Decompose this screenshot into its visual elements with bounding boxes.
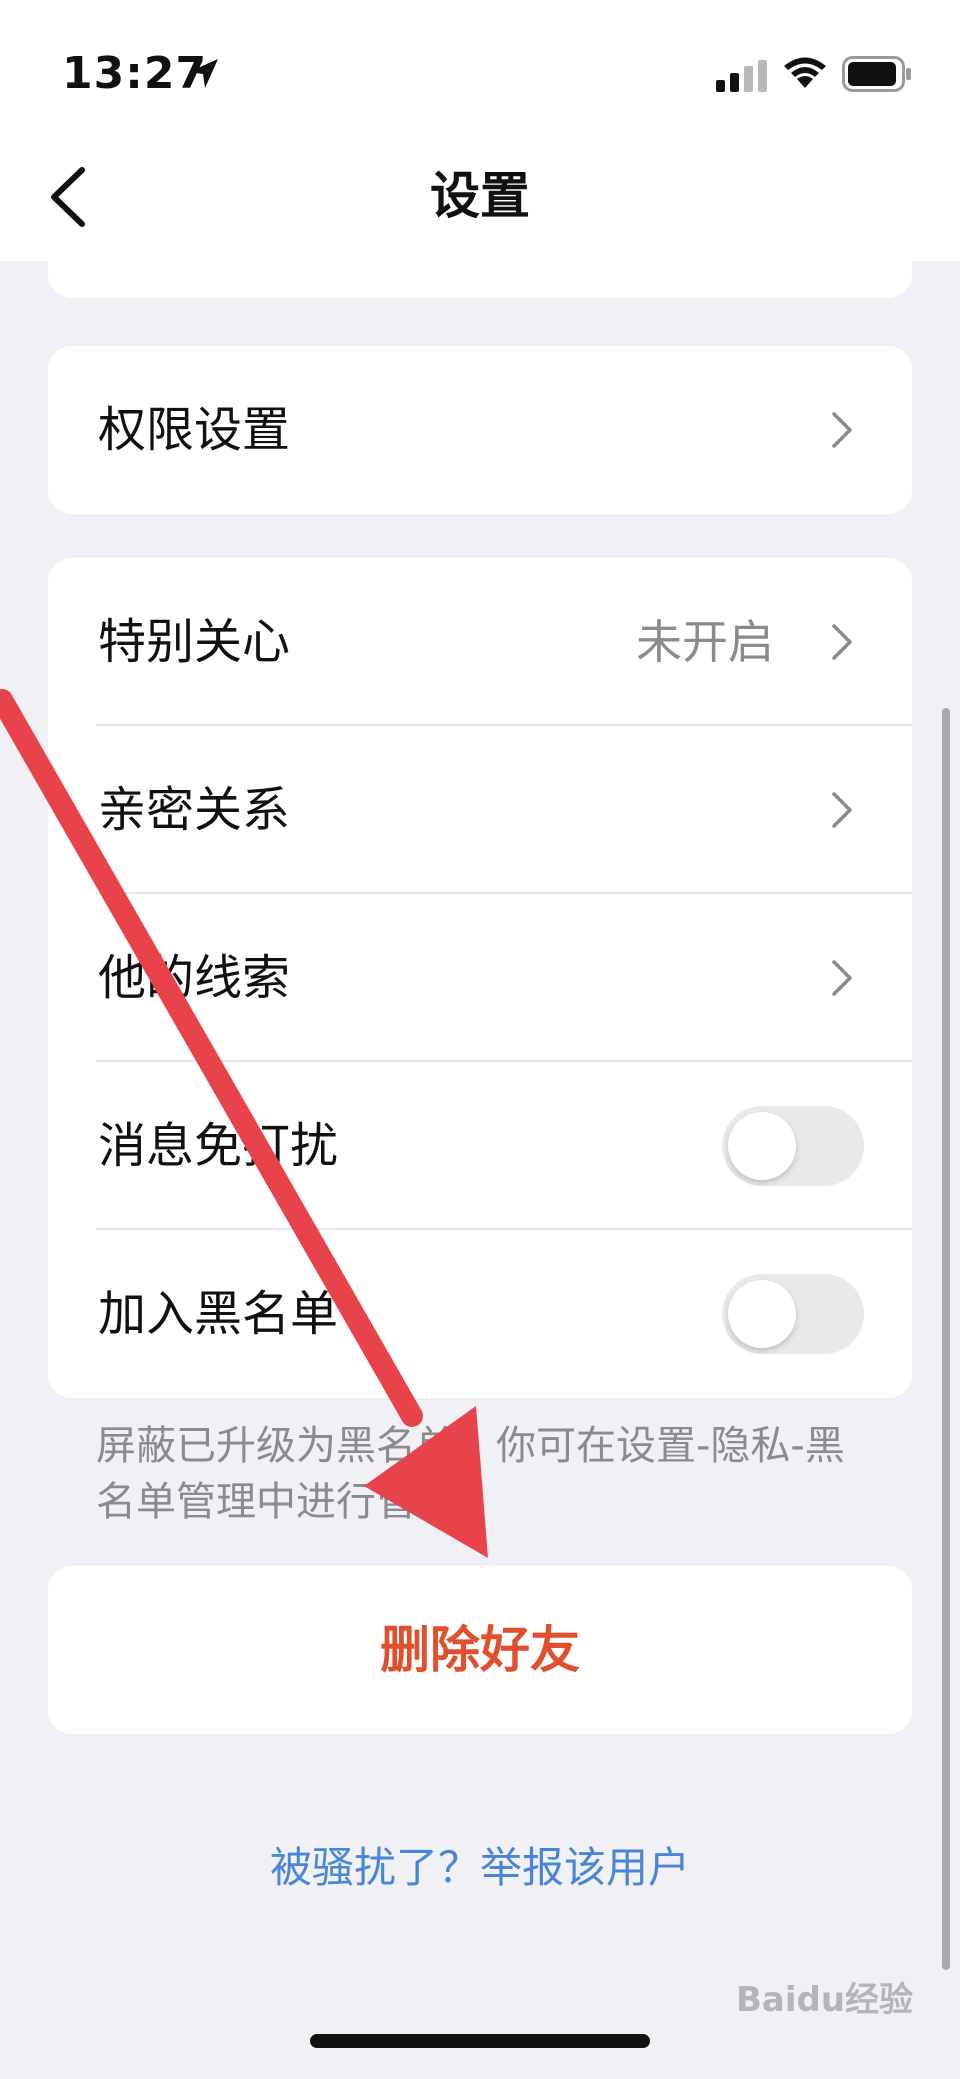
scrollbar[interactable] — [942, 708, 950, 1970]
friend-settings-card: 特别关心 未开启 亲密关系 他的线索 消息免打扰 加入黑名单 — [48, 558, 912, 1398]
his-clues-row[interactable]: 他的线索 — [48, 894, 912, 1062]
location-arrow-icon — [189, 59, 218, 88]
intimate-relationship-row[interactable]: 亲密关系 — [48, 726, 912, 894]
wifi-icon — [784, 57, 826, 88]
permissions-card: 权限设置 — [48, 346, 912, 514]
toggle-knob — [728, 1280, 796, 1348]
toggle-knob — [728, 1112, 796, 1180]
previous-section-card — [48, 262, 912, 298]
do-not-disturb-toggle[interactable] — [722, 1106, 864, 1186]
blacklist-toggle[interactable] — [722, 1274, 864, 1354]
chevron-right-icon — [832, 624, 852, 660]
special-care-label: 特别关心 — [98, 614, 291, 670]
permissions-row[interactable]: 权限设置 — [48, 346, 912, 514]
delete-friend-button[interactable]: 删除好友 — [48, 1566, 912, 1734]
do-not-disturb-row: 消息免打扰 — [48, 1062, 912, 1230]
cellular-signal-icon — [716, 60, 767, 92]
delete-friend-label: 删除好友 — [380, 1621, 580, 1679]
do-not-disturb-label: 消息免打扰 — [98, 1118, 339, 1174]
status-bar: 13:27 — [0, 0, 960, 140]
battery-icon — [842, 56, 911, 92]
chevron-right-icon — [832, 792, 852, 828]
page-title: 设置 — [430, 167, 530, 225]
blacklist-label: 加入黑名单 — [98, 1286, 339, 1342]
navigation-bar: 设置 — [0, 140, 960, 263]
permissions-label: 权限设置 — [98, 402, 291, 458]
blacklist-note: 屏蔽已升级为黑名单，你可在设置-隐私-黑名单管理中进行管理。 — [96, 1423, 845, 1525]
his-clues-label: 他的线索 — [98, 950, 291, 1006]
baidu-watermark: Baidu经验 — [736, 1980, 914, 2020]
chevron-right-icon — [832, 960, 852, 996]
home-indicator — [310, 2034, 650, 2048]
intimate-relationship-label: 亲密关系 — [98, 782, 291, 838]
special-care-row[interactable]: 特别关心 未开启 — [48, 558, 912, 726]
special-care-value: 未开启 — [636, 615, 774, 669]
chevron-right-icon — [832, 412, 852, 448]
blacklist-row: 加入黑名单 — [48, 1230, 912, 1398]
report-user-link[interactable]: 被骚扰了？举报该用户 — [0, 1838, 960, 1898]
